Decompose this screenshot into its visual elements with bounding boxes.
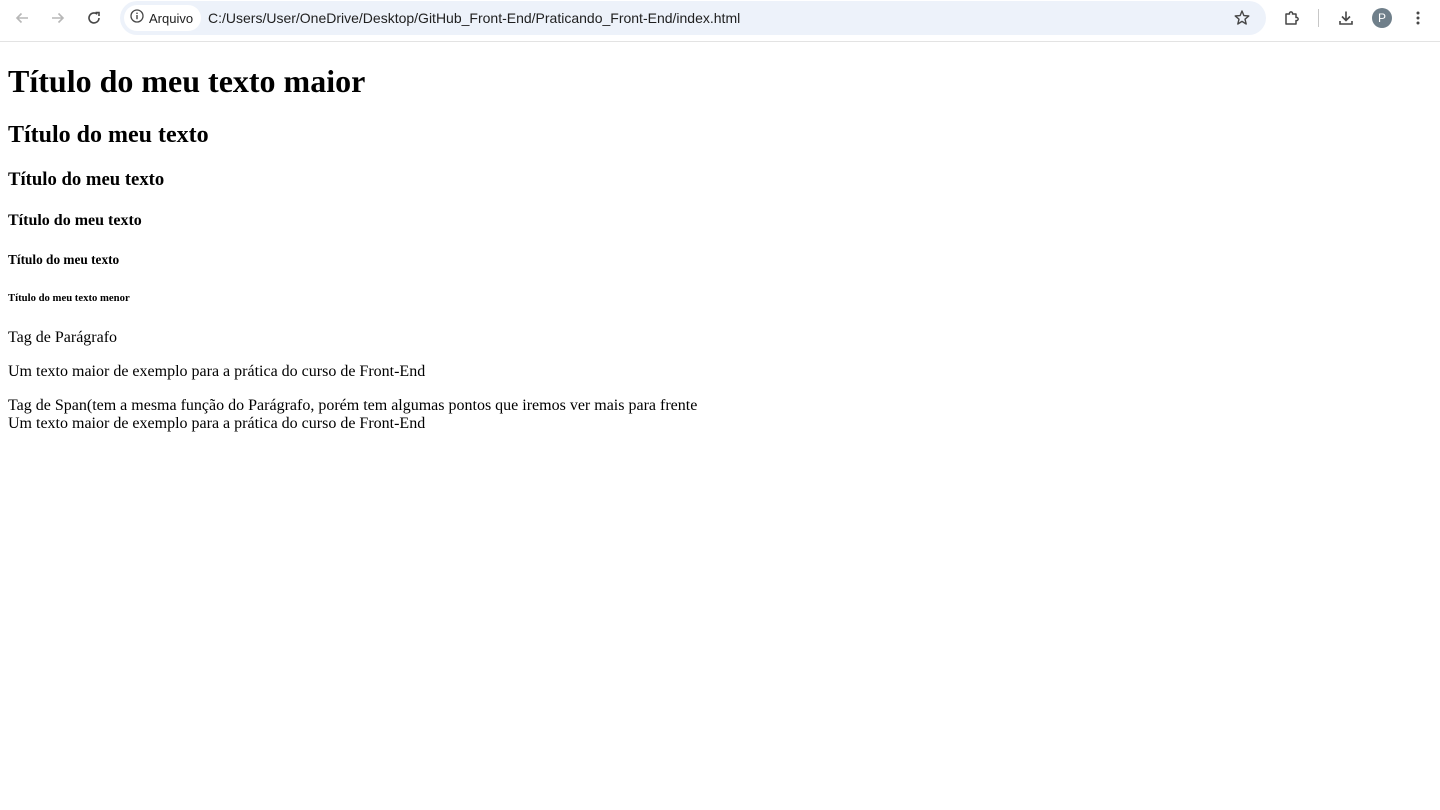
heading-3: Título do meu texto [8, 169, 165, 190]
back-button[interactable] [8, 4, 36, 32]
profile-avatar[interactable]: P [1372, 8, 1392, 28]
bookmark-button[interactable] [1228, 4, 1256, 32]
star-icon [1233, 9, 1251, 27]
span-text: Tag de Span(tem a mesma função do Parágr… [8, 397, 698, 414]
arrow-left-icon [14, 10, 30, 26]
address-bar[interactable]: Arquivo C:/Users/User/OneDrive/Desktop/G… [120, 1, 1266, 35]
browser-toolbar: Arquivo C:/Users/User/OneDrive/Desktop/G… [0, 0, 1440, 36]
download-icon [1337, 9, 1355, 27]
toolbar-separator [1318, 9, 1319, 27]
heading-5: Título do meu texto [8, 252, 120, 267]
paragraph: Um texto maior de exemplo para a prática… [8, 363, 426, 380]
heading-4: Título do meu texto [8, 212, 142, 229]
heading-2: Título do meu texto [8, 122, 209, 148]
url-text[interactable]: C:/Users/User/OneDrive/Desktop/GitHub_Fr… [208, 10, 740, 26]
forward-button[interactable] [44, 4, 72, 32]
arrow-right-icon [50, 10, 66, 26]
heading-6: Título do meu texto menor [8, 292, 130, 304]
security-chip-label: Arquivo [149, 10, 194, 26]
reload-button[interactable] [80, 4, 108, 32]
page-content: Título do meu texto maior Título do meu … [8, 42, 1432, 433]
heading-1: Título do meu texto maior [8, 63, 366, 99]
span-text: Um texto maior de exemplo para a prática… [8, 415, 426, 432]
paragraph: Tag de Parágrafo [8, 329, 118, 346]
downloads-button[interactable] [1332, 4, 1360, 32]
site-info-chip[interactable]: Arquivo [124, 5, 202, 31]
browser-menu-button[interactable] [1404, 4, 1432, 32]
reload-icon [86, 10, 102, 26]
kebab-menu-icon [1410, 10, 1426, 26]
extensions-button[interactable] [1278, 4, 1306, 32]
info-icon [130, 8, 144, 28]
puzzle-icon [1283, 9, 1301, 27]
